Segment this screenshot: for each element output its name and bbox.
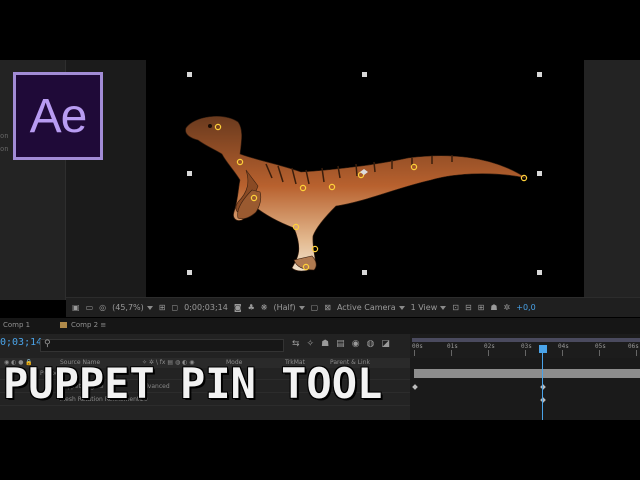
frame-blending-icon[interactable]: ▤	[336, 339, 352, 349]
bottom-black-bar	[0, 420, 640, 480]
tab-menu-icon[interactable]: ≡	[100, 321, 106, 329]
bounding-handle[interactable]	[537, 270, 542, 275]
flowchart-icon[interactable]: ☗	[490, 303, 497, 312]
ruler-tick	[488, 350, 489, 356]
bounding-handle[interactable]	[362, 72, 367, 77]
camera-dropdown[interactable]: Active Camera	[337, 303, 405, 312]
raptor-eye	[208, 124, 212, 128]
top-black-bar	[0, 0, 640, 60]
ruler-label: 00s	[412, 343, 423, 350]
ruler-label: 02s	[484, 343, 495, 350]
search-icon: ⚲	[44, 339, 51, 349]
bounding-handle[interactable]	[537, 72, 542, 77]
layer-search-input[interactable]: ⚲	[40, 339, 284, 352]
shy-layers-icon[interactable]: ☗	[321, 339, 336, 349]
work-area-bar[interactable]	[412, 338, 640, 342]
composition-viewer[interactable]	[146, 60, 584, 297]
grid-icon[interactable]: ⊞	[159, 303, 166, 312]
bounding-handle[interactable]	[362, 270, 367, 275]
vr-icon[interactable]: ◎	[99, 303, 106, 312]
chevron-down-icon	[398, 305, 405, 310]
timeline-track-area[interactable]	[410, 358, 640, 420]
raptor-layer[interactable]	[146, 60, 584, 297]
fast-preview-icon[interactable]: ⊟	[465, 303, 472, 312]
ruler-label: 03s	[521, 343, 532, 350]
tab-label: Comp 1	[3, 321, 31, 329]
ruler-label: 01s	[447, 343, 458, 350]
chevron-down-icon	[146, 305, 153, 310]
tab-comp-1[interactable]: Comp 1	[3, 321, 30, 329]
ruler-tick	[414, 350, 415, 356]
ruler-tick	[599, 350, 600, 356]
graph-editor-icon[interactable]: ◍	[367, 339, 382, 349]
current-time-display[interactable]: 0;00;03;14	[184, 303, 228, 312]
resolution-dropdown[interactable]: (Half)	[273, 303, 305, 312]
exposure-value[interactable]: +0,0	[516, 303, 535, 312]
tab-comp-2[interactable]: Comp 2 ≡	[60, 321, 106, 329]
bounding-handle[interactable]	[187, 270, 192, 275]
magnification-value: (45,7%)	[112, 303, 144, 312]
ruler-tick	[636, 350, 637, 356]
ruler-label: 04s	[558, 343, 569, 350]
region-of-interest-icon[interactable]: ▢	[311, 303, 319, 312]
ruler-tick	[562, 350, 563, 356]
ruler-tick	[451, 350, 452, 356]
viewer-toolbar: ▣ ▭ ◎ (45,7%) ⊞ ◻ 0;00;03;14 ◙ ♣ ❋ (Half…	[66, 297, 640, 317]
toggle-pixel-icon[interactable]: ⊡	[452, 303, 459, 312]
color-channel-icon[interactable]: ❋	[261, 303, 268, 312]
video-title-overlay: PUPPET PIN TOOL	[3, 359, 383, 408]
bounding-handle[interactable]	[537, 171, 542, 176]
project-line-1: on	[0, 132, 9, 140]
bounding-handle[interactable]	[187, 171, 192, 176]
always-preview-icon[interactable]: ▣	[72, 303, 80, 312]
timeline-tab-bar: Comp 1 Comp 2 ≡	[0, 318, 640, 334]
raptor-body	[185, 116, 527, 272]
tab-label: Comp 2	[71, 321, 99, 329]
comp-color-swatch	[60, 322, 67, 328]
chevron-down-icon	[298, 305, 305, 310]
show-snapshot-icon[interactable]: ♣	[248, 303, 255, 312]
layer-duration-bar[interactable]	[414, 369, 640, 378]
timeline-current-time[interactable]: 0;03;14	[0, 337, 42, 348]
magnification-dropdown[interactable]: (45,7%)	[112, 303, 153, 312]
camera-value: Active Camera	[336, 303, 396, 312]
view-layout-dropdown[interactable]: 1 View	[411, 303, 447, 312]
composition-flowchart-icon[interactable]: ⇆	[292, 339, 307, 349]
region-icon[interactable]: ◻	[171, 303, 178, 312]
snapshot-icon[interactable]: ◙	[234, 303, 242, 312]
transparency-grid-icon[interactable]: ⊠	[324, 303, 331, 312]
playhead[interactable]	[539, 345, 547, 353]
chevron-down-icon	[440, 305, 447, 310]
view-layout-value: 1 View	[410, 303, 438, 312]
ruler-tick	[525, 350, 526, 356]
bounding-handle[interactable]	[187, 72, 192, 77]
timeline-switch-icons: ⇆✧☗▤◉◍◪	[292, 339, 397, 349]
viewer-right-margin	[584, 60, 640, 300]
ruler-label: 05s	[595, 343, 606, 350]
after-effects-logo: Ae	[13, 72, 103, 160]
after-effects-logo-text: Ae	[29, 89, 88, 143]
timeline-header: 0;03;14 ⚲ ⇆✧☗▤◉◍◪	[0, 334, 410, 358]
motion-blur-icon[interactable]: ◉	[352, 339, 367, 349]
graph-toggle-icon[interactable]: ◪	[381, 339, 397, 349]
timeline-icon[interactable]: ⊞	[478, 303, 485, 312]
resolution-value: (Half)	[273, 303, 296, 312]
draft-3d-icon[interactable]: ✧	[307, 339, 322, 349]
ruler-label: 06s	[628, 343, 639, 350]
reset-exposure-icon[interactable]: ✲	[504, 303, 511, 312]
monitor-icon[interactable]: ▭	[86, 303, 94, 312]
playhead-line	[542, 353, 543, 421]
